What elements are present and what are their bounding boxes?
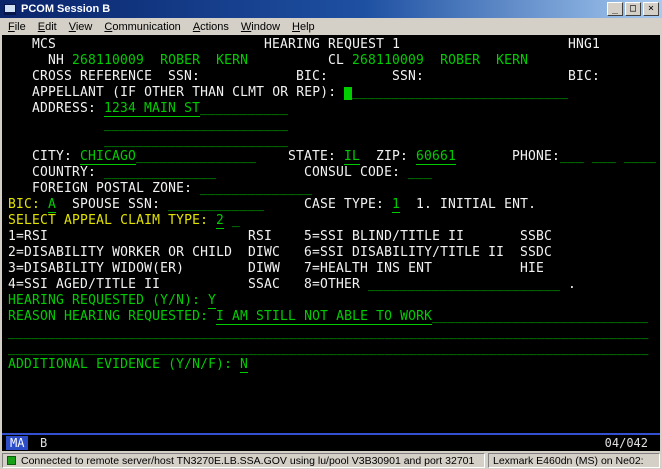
xref-bic2-label: BIC: [568,69,600,85]
appellant-label: APPELLANT (IF OTHER THAN CLMT OR REP): [32,85,336,101]
cl-label: CL [328,53,344,69]
connection-status-icon [7,456,16,465]
terminal-cursor [344,87,352,100]
city-fill[interactable]: _______________ [136,149,256,165]
reason-line1-fill[interactable]: ___________________________ [432,309,648,325]
printer-status-text: Lexmark E460dn (MS) on Ne02: [493,455,644,467]
menu-item-file[interactable]: File [2,19,32,35]
address-line2-field[interactable]: _______________________ [104,117,288,133]
claim-type-8-label: 8=OTHER [304,277,360,293]
case-type-description: 1. INITIAL ENT. [416,197,536,213]
menu-item-view[interactable]: View [63,19,99,35]
menu-item-actions[interactable]: Actions [187,19,235,35]
cl-value: 268110009 ROBER KERN [352,53,528,69]
close-button-icon[interactable]: × [643,2,659,16]
phone-field[interactable]: ___ ___ ____ [560,149,656,165]
spouse-ssn-field[interactable]: ____________ [168,197,264,213]
additional-evidence-value[interactable]: N [240,357,248,373]
claim-type-6-code: SSDC [520,245,552,261]
menu-bar: FileEditViewCommunicationActionsWindowHe… [0,18,662,35]
foreign-postal-zone-field[interactable]: ______________ [200,181,312,197]
claim-type-2-label: 2=DISABILITY WORKER OR CHILD [8,245,232,261]
xref-bic1-label: BIC: [296,69,328,85]
oia-session-id: B [40,436,47,450]
system-id: MCS [32,37,56,53]
claim-type-2-code: DIWC [248,245,280,261]
appeal-claim-type-label: SELECT APPEAL CLAIM TYPE: [8,213,208,229]
title-bar: PCOM Session B _ □ × [0,0,662,18]
connection-status-text: Connected to remote server/host TN3270E.… [21,455,474,467]
xref-ssn2-label: SSN: [392,69,424,85]
zip-value[interactable]: 60661 [416,149,456,165]
address-line1-fill[interactable]: ___________ [200,101,288,117]
address-label: ADDRESS: [32,101,96,117]
claim-type-list-period: . [568,277,576,293]
country-label: COUNTRY: [32,165,96,181]
cross-reference-label: CROSS REFERENCE [32,69,152,85]
oia-status-badge: MA [6,436,28,450]
claim-type-7-label: 7=HEALTH INS ENT [304,261,432,277]
screen-title: HEARING REQUEST 1 [264,37,400,53]
appeal-claim-type-extra-field[interactable]: _ [232,213,240,229]
status-bar: Connected to remote server/host TN3270E.… [0,451,662,469]
case-type-value[interactable]: 1 [392,197,400,213]
phone-label: PHONE: [512,149,560,165]
state-label: STATE: [288,149,336,165]
claim-type-3-code: DIWW [248,261,280,277]
appellant-field[interactable]: ___________________________ [352,85,568,101]
claim-type-1-label: 1=RSI [8,229,48,245]
appeal-claim-type-value[interactable]: 2 [216,213,224,229]
printer-status-panel: Lexmark E460dn (MS) on Ne02: [488,453,660,468]
hearing-requested-label: HEARING REQUESTED (Y/N): [8,293,200,309]
consul-code-field[interactable]: ___ [408,165,432,181]
claim-type-7-code: HIE [520,261,544,277]
menu-item-help[interactable]: Help [286,19,321,35]
city-label: CITY: [32,149,72,165]
reason-hearing-requested-label: REASON HEARING REQUESTED: [8,309,208,325]
country-field[interactable]: ______________ [104,165,216,181]
address-line3-field[interactable]: _______________________ [104,133,288,149]
xref-ssn1-label: SSN: [168,69,200,85]
window-controls: _ □ × [607,2,660,16]
claim-type-3-label: 3=DISABILITY WIDOW(ER) [8,261,184,277]
case-type-label: CASE TYPE: [304,197,384,213]
hearing-requested-value[interactable]: Y [208,293,216,309]
reason-line3-field[interactable]: ________________________________________… [8,341,649,357]
menu-item-communication[interactable]: Communication [98,19,186,35]
claim-type-1-code: RSI [248,229,272,245]
pcom-window: PCOM Session B _ □ × FileEditViewCommuni… [0,0,662,469]
menu-item-window[interactable]: Window [235,19,286,35]
claim-type-5-label: 5=SSI BLIND/TITLE II [304,229,464,245]
operator-info-area: MA B 04/042 [2,435,660,451]
terminal-screen[interactable]: MA B 04/042 MCSHEARING REQUEST 1HNG1NH26… [0,35,662,451]
menu-item-edit[interactable]: Edit [32,19,63,35]
foreign-postal-zone-label: FOREIGN POSTAL ZONE: [32,181,192,197]
app-icon [4,4,16,15]
claim-type-5-code: SSBC [520,229,552,245]
consul-code-label: CONSUL CODE: [304,165,400,181]
additional-evidence-label: ADDITIONAL EVIDENCE (Y/N/F): [8,357,232,373]
minimize-button-icon[interactable]: _ [607,2,623,16]
bic-label: BIC: [8,197,40,213]
maximize-button-icon[interactable]: □ [625,2,641,16]
oia-cursor-position: 04/042 [605,436,648,450]
claim-type-6-label: 6=SSI DISABILITY/TITLE II [304,245,504,261]
reason-value[interactable]: I AM STILL NOT ABLE TO WORK [216,309,432,325]
state-value[interactable]: IL [344,149,360,165]
connection-status-panel: Connected to remote server/host TN3270E.… [2,453,485,468]
window-title: PCOM Session B [20,3,607,15]
address-line1-value[interactable]: 1234 MAIN ST [104,101,200,117]
screen-code: HNG1 [568,37,600,53]
reason-line2-field[interactable]: ________________________________________… [8,325,649,341]
zip-label: ZIP: [376,149,408,165]
city-value[interactable]: CHICAGO [80,149,136,165]
bic-value[interactable]: A [48,197,56,213]
claim-type-4-code: SSAC [248,277,280,293]
spouse-ssn-label: SPOUSE SSN: [72,197,160,213]
claim-type-4-label: 4=SSI AGED/TITLE II [8,277,160,293]
other-claim-type-field[interactable]: ________________________ [368,277,560,293]
nh-value: 268110009 ROBER KERN [72,53,248,69]
nh-label: NH [48,53,64,69]
